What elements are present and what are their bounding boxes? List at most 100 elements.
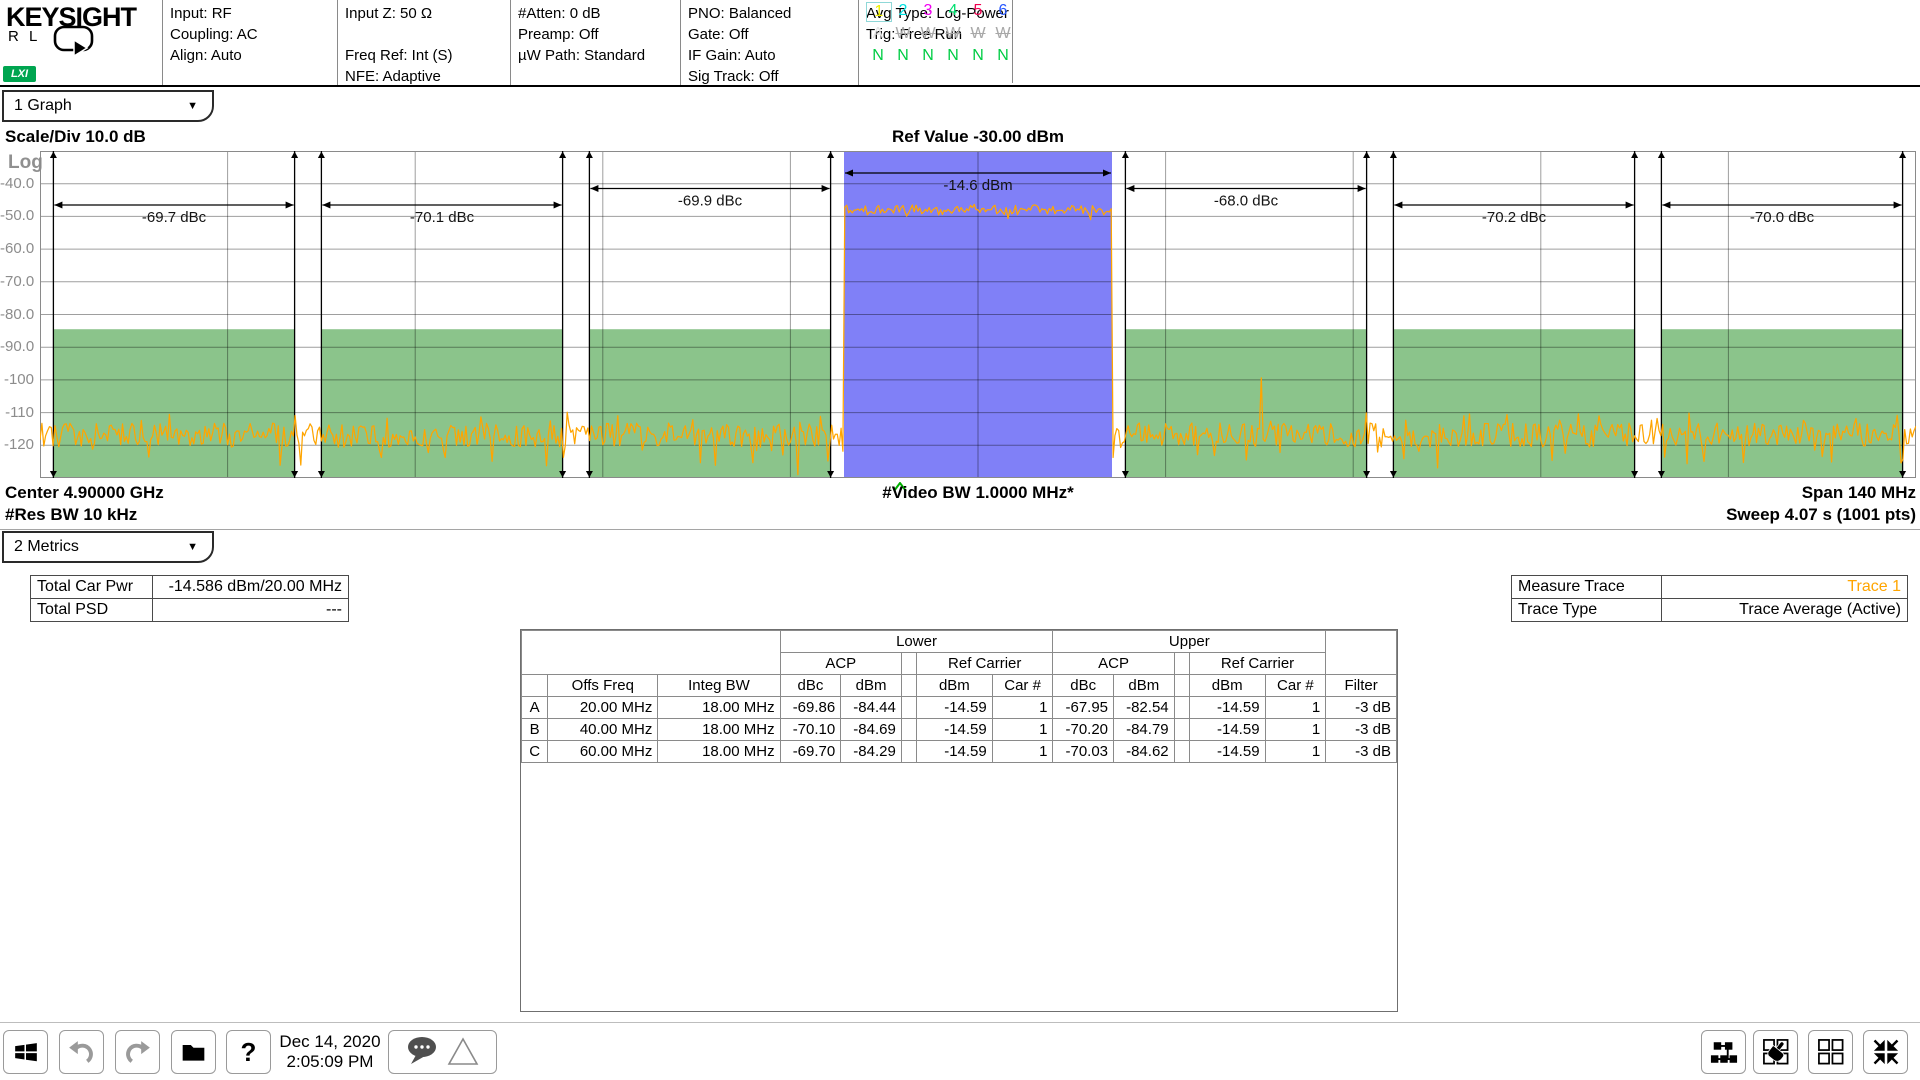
span-arrow-icon <box>54 202 62 209</box>
boundary-arrow-icon <box>1122 152 1129 159</box>
trace-6-button[interactable]: 6 <box>991 2 1015 20</box>
header-field: Sig Track: Off <box>688 66 858 87</box>
acp-cell: 18.00 MHz <box>658 719 780 741</box>
header-field: Align: Auto <box>170 45 337 66</box>
acp-cell: -70.03 <box>1053 741 1114 763</box>
header-settings-column: PNO: BalancedGate: OffIF Gain: AutoSig T… <box>680 0 858 85</box>
acp-cell: 1 <box>992 697 1053 719</box>
window-layout-button[interactable] <box>1808 1030 1853 1074</box>
acp-cell: -67.95 <box>1053 697 1114 719</box>
trace-update-state: W <box>966 25 990 43</box>
header-field: µW Path: Standard <box>518 45 680 66</box>
redo-button[interactable] <box>115 1030 160 1074</box>
acp-cell <box>1174 697 1189 719</box>
acp-column-header <box>1174 675 1189 697</box>
acp-column-header: Offs Freq <box>548 675 658 697</box>
date-label: Dec 14, 2020 <box>277 1032 383 1052</box>
span-arrow-icon <box>1894 202 1902 209</box>
span-arrow-icon <box>322 202 330 209</box>
acp-column-header: dBc <box>1053 675 1114 697</box>
acp-cell: C <box>522 741 548 763</box>
metrics-selector-dropdown[interactable]: 2 Metrics ▼ <box>2 531 214 563</box>
trace-5-button[interactable]: 5 <box>966 2 990 20</box>
acp-cell <box>901 741 916 763</box>
y-axis-tick-label: -90.0 <box>0 338 34 355</box>
span-arrow-icon <box>822 185 830 192</box>
acp-subgroup: ACP <box>1053 653 1174 675</box>
acp-subgroup: Ref Carrier <box>1189 653 1325 675</box>
channel-power-label: -69.9 dBc <box>678 193 743 210</box>
span-arrow-icon <box>590 185 598 192</box>
acp-cell: -3 dB <box>1326 741 1397 763</box>
grid-windows-icon <box>1817 1038 1845 1066</box>
boundary-arrow-icon <box>1363 152 1370 159</box>
header-field: NFE: Adaptive <box>345 66 510 87</box>
span-arrow-icon <box>1662 202 1670 209</box>
offset-channel-band <box>53 329 294 478</box>
trace-1-button[interactable]: 1 <box>866 2 892 22</box>
help-button[interactable]: ? <box>226 1030 271 1074</box>
file-open-button[interactable] <box>171 1030 216 1074</box>
windows-start-button[interactable] <box>3 1030 48 1074</box>
header-field: Input Z: 50 Ω <box>345 3 510 24</box>
trace-update-state: W <box>891 25 915 43</box>
fullscreen-toggle-button[interactable] <box>1863 1030 1908 1074</box>
acp-column-header: Car # <box>992 675 1053 697</box>
acp-header-blank <box>522 631 781 675</box>
y-axis-tick-label: -80.0 <box>0 306 34 323</box>
span-arrow-icon <box>1394 202 1402 209</box>
trace-display-state: N <box>941 47 965 65</box>
y-axis-tick-label: -100 <box>0 371 34 388</box>
y-axis-mode-label: Log <box>8 152 43 174</box>
acp-results-table: LowerUpperACPRef CarrierACPRef CarrierOf… <box>520 629 1398 1012</box>
channel-power-label: -69.7 dBc <box>142 209 207 226</box>
trace-3-button[interactable]: 3 <box>916 2 940 20</box>
help-icon: ? <box>241 1037 257 1068</box>
header-field <box>345 24 510 45</box>
acp-cell: -14.59 <box>916 741 992 763</box>
acp-cell: -70.20 <box>1053 719 1114 741</box>
select-window-button[interactable] <box>1753 1030 1798 1074</box>
measure-trace-table: Measure TraceTrace 1Trace TypeTrace Aver… <box>1511 575 1908 622</box>
y-axis-tick-label: -70.0 <box>0 273 34 290</box>
trace-update-state: A <box>866 25 890 43</box>
acp-cell: 1 <box>1265 719 1326 741</box>
trace-display-state: N <box>866 47 890 65</box>
trace-2-button[interactable]: 2 <box>891 2 915 20</box>
span-label: Span 140 MHz <box>0 483 1916 503</box>
boundary-arrow-icon <box>586 152 593 159</box>
plot-area[interactable]: -69.7 dBc-70.1 dBc-69.9 dBc-68.0 dBc-70.… <box>40 151 1916 478</box>
acp-cell: -14.59 <box>916 697 992 719</box>
header-settings-column: #Atten: 0 dBPreamp: OffµW Path: Standard <box>510 0 680 85</box>
acp-cell: 40.00 MHz <box>548 719 658 741</box>
header-field <box>518 66 680 87</box>
layout-config-button[interactable] <box>1701 1030 1746 1074</box>
acp-cell: -14.59 <box>1189 741 1265 763</box>
y-axis-tick-label: -110 <box>0 404 34 421</box>
ref-value-label: Ref Value -30.00 dBm <box>40 127 1916 147</box>
time-label: 2:05:09 PM <box>277 1052 383 1072</box>
header-field: Coupling: AC <box>170 24 337 45</box>
kv-label: Total PSD <box>31 599 153 622</box>
acp-column-header: dBm <box>1189 675 1265 697</box>
graph-selector-dropdown[interactable]: 1 Graph ▼ <box>2 90 214 122</box>
acp-cell: -69.70 <box>780 741 841 763</box>
acp-cell: -84.69 <box>841 719 902 741</box>
trace-legend: 1AN2WN3WN4WN5WN6WN <box>866 2 1026 72</box>
acp-group-lower: Lower <box>780 631 1053 653</box>
header-field: Input: RF <box>170 3 337 24</box>
acp-cell: A <box>522 697 548 719</box>
layout-tree-icon <box>1710 1039 1738 1066</box>
boundary-arrow-icon <box>1631 152 1638 159</box>
acp-cell: -3 dB <box>1326 719 1397 741</box>
lxi-badge: LXI <box>3 66 36 82</box>
boundary-arrow-icon <box>1658 152 1665 159</box>
table-row: Total Car Pwr-14.586 dBm/20.00 MHz <box>31 576 349 599</box>
span-arrow-icon <box>554 202 562 209</box>
trace-display-state: N <box>991 47 1015 65</box>
boundary-arrow-icon <box>1390 152 1397 159</box>
trace-4-button[interactable]: 4 <box>941 2 965 20</box>
system-alerts-button[interactable] <box>388 1030 497 1074</box>
header-field: Gate: Off <box>688 24 858 45</box>
undo-button[interactable] <box>59 1030 104 1074</box>
